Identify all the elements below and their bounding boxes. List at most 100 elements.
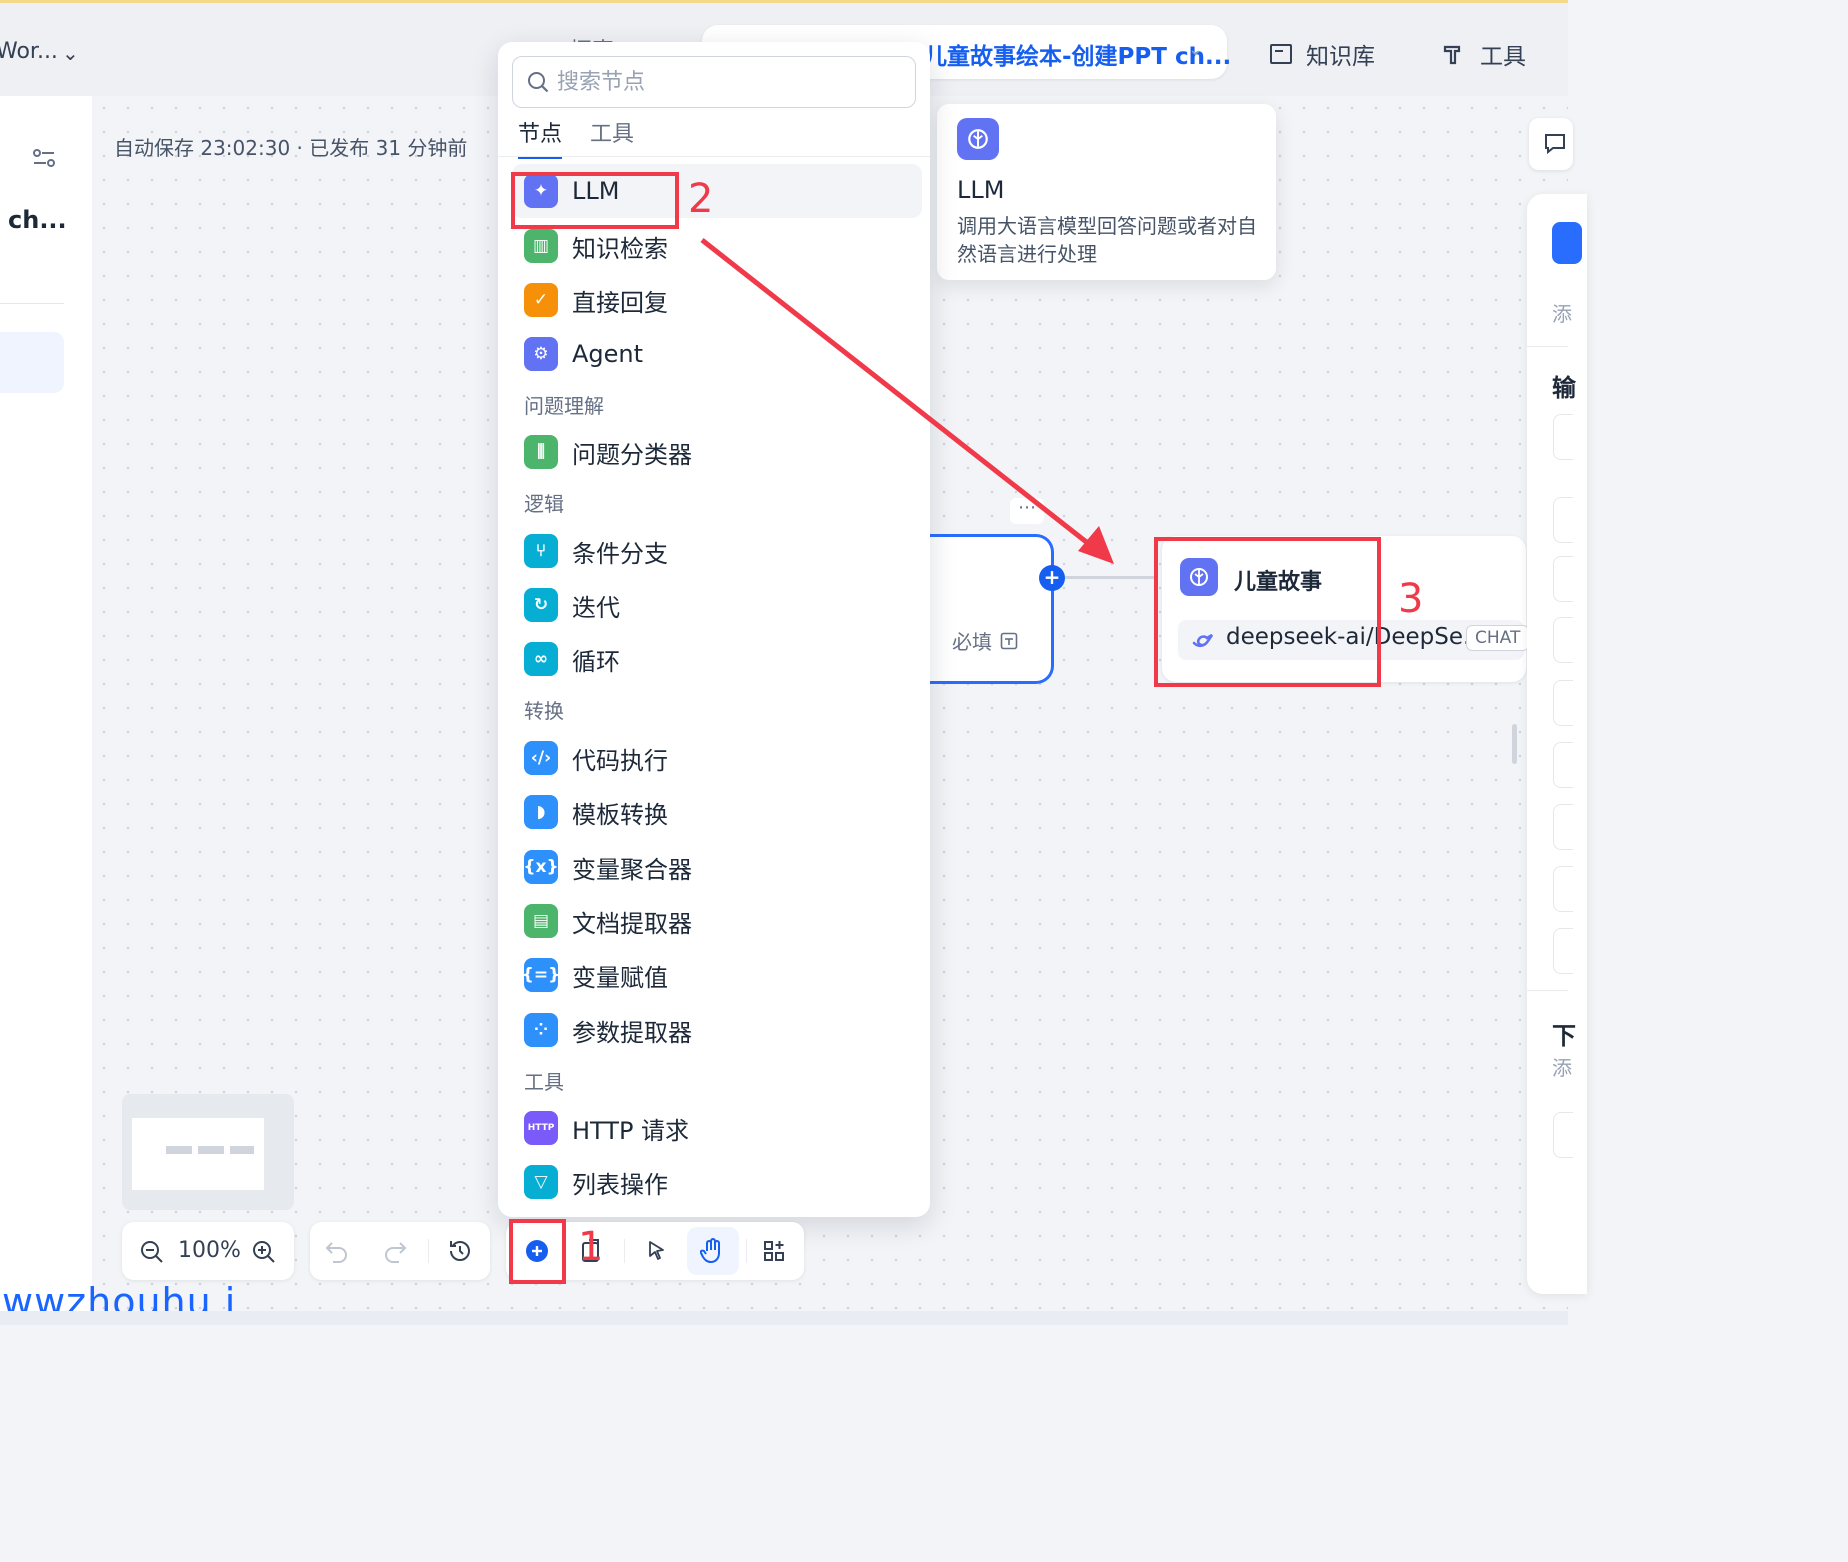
divider [0, 303, 64, 304]
book-icon: ▥ [524, 229, 558, 263]
param-icon: ⁘ [524, 1013, 558, 1047]
chevron-down-icon: ⌄ [1187, 39, 1203, 60]
tab-tools[interactable]: 工具 [590, 116, 634, 159]
node-item-label: 变量赋值 [572, 963, 668, 992]
node-item-label: 列表操作 [572, 1170, 668, 1199]
node-item-label: 文档提取器 [572, 909, 692, 938]
connection-edge [1065, 576, 1157, 579]
divider [746, 1239, 747, 1263]
category-label: 逻辑 [524, 492, 564, 516]
history-icon[interactable] [447, 1238, 473, 1264]
node-item-agent[interactable]: ⚙ Agent [524, 334, 643, 374]
panel-field[interactable] [1553, 804, 1573, 850]
panel-field[interactable] [1553, 680, 1573, 726]
more-options-icon[interactable]: ⋯ [1010, 498, 1044, 524]
tooltip-title: LLM [957, 176, 1005, 204]
add-next-node-icon[interactable]: + [1039, 565, 1065, 591]
message-icon [1545, 134, 1565, 155]
history-controls [310, 1222, 490, 1280]
divider [1527, 346, 1568, 347]
panel-field[interactable] [1553, 928, 1573, 974]
loop-icon: ∞ [524, 642, 558, 676]
node-item-label: 参数提取器 [572, 1018, 692, 1047]
panel-field[interactable] [1553, 414, 1573, 460]
node-item-variable-aggregator[interactable]: {x} 变量聚合器 [523, 847, 692, 887]
required-field: 必填 [952, 626, 1018, 655]
cursor-icon [649, 1241, 664, 1260]
divider [428, 1239, 429, 1263]
panel-field[interactable] [1553, 1112, 1573, 1158]
layout-grid-icon [764, 1241, 784, 1261]
reply-icon: ✓ [524, 283, 558, 317]
panel-field[interactable] [1553, 742, 1573, 788]
app-title: 儿童故事绘本-创建PPT ch... [924, 44, 1232, 70]
minimap-node [198, 1146, 224, 1154]
node-item-label: 变量聚合器 [572, 855, 692, 884]
node-item-variable-assign[interactable]: {=} 变量赋值 [522, 955, 668, 995]
sidebar-item-orchestrate[interactable] [0, 332, 64, 393]
node-item-label: Agent [572, 340, 644, 368]
chevron-down-icon[interactable]: ⌄ [62, 41, 79, 65]
zoom-level[interactable]: 100% [178, 1238, 241, 1263]
annotation-number-3: 3 [1398, 576, 1424, 622]
redo-icon[interactable] [382, 1239, 408, 1263]
bottom-strip [0, 1311, 1568, 1325]
pointer-mode-button[interactable] [636, 1231, 676, 1271]
node-item-label: 模板转换 [572, 800, 668, 829]
knowledge-base-link[interactable]: 知识库 [1270, 37, 1375, 71]
branch-icon: ⑂ [524, 534, 558, 568]
node-item-label: HTTP 请求 [572, 1116, 690, 1145]
knowledge-base-icon [1270, 44, 1292, 64]
panel-node-icon [1552, 222, 1582, 264]
scrollbar[interactable] [1512, 724, 1517, 764]
input-type-icon [1000, 632, 1018, 649]
annotation-number-1: 1 [578, 1224, 604, 1270]
node-item-list-operation[interactable]: ▽ 列表操作 [524, 1162, 668, 1202]
node-item-code[interactable]: ‹/› 代码执行 [524, 738, 668, 778]
node-item-parameter-extractor[interactable]: ⁘ 参数提取器 [524, 1010, 692, 1050]
node-item-label: 循环 [572, 647, 620, 676]
node-item-knowledge-retrieval[interactable]: ▥ 知识检索 [524, 226, 668, 266]
node-item-template[interactable]: ◗ 模板转换 [524, 792, 668, 832]
node-item-iteration[interactable]: ↻ 迭代 [524, 585, 620, 625]
feature-button[interactable] [1529, 118, 1573, 170]
panel-heading-fragment: 输 [1552, 374, 1576, 402]
left-sidebar: ch... [0, 96, 92, 1325]
settings-sliders-icon[interactable] [32, 148, 56, 168]
node-item-http-request[interactable]: HTTP HTTP 请求 [524, 1108, 689, 1148]
node-item-direct-reply[interactable]: ✓ 直接回复 [524, 280, 668, 320]
annotation-box-node [1154, 537, 1381, 687]
undo-icon[interactable] [324, 1239, 350, 1263]
tab-nodes[interactable]: 节点 [518, 116, 563, 159]
panel-field[interactable] [1553, 866, 1573, 912]
app-short-name: ch... [8, 206, 67, 234]
zoom-in-icon[interactable] [252, 1240, 276, 1264]
node-item-if-else[interactable]: ⑂ 条件分支 [524, 531, 668, 571]
node-item-loop[interactable]: ∞ 循环 [524, 639, 620, 679]
variable-icon: {x} [523, 850, 559, 884]
template-icon: ◗ [524, 795, 558, 829]
node-item-question-classifier[interactable]: ⫼ 问题分类器 [524, 432, 692, 472]
node-item-doc-extractor[interactable]: ▤ 文档提取器 [524, 901, 692, 941]
model-type-badge: CHAT [1466, 625, 1530, 651]
tools-link[interactable]: 工具 [1442, 37, 1526, 71]
minimap[interactable] [122, 1094, 294, 1210]
panel-heading-fragment: 下 [1552, 1022, 1576, 1050]
node-item-label: 迭代 [572, 593, 620, 622]
minimap-node [230, 1146, 254, 1154]
panel-field[interactable] [1553, 556, 1573, 602]
category-label: 工具 [524, 1070, 564, 1094]
search-box[interactable] [512, 56, 916, 108]
hand-mode-button[interactable] [687, 1227, 739, 1275]
panel-field[interactable] [1553, 497, 1573, 543]
node-item-label: 直接回复 [572, 288, 668, 317]
filter-icon: ▽ [524, 1165, 558, 1199]
organize-layout-button[interactable] [754, 1231, 794, 1271]
iteration-icon: ↻ [524, 588, 558, 622]
panel-text-fragment: 添 [1552, 1056, 1572, 1080]
classifier-icon: ⫼ [524, 435, 558, 469]
zoom-out-icon[interactable] [140, 1240, 164, 1264]
search-input[interactable] [557, 65, 897, 99]
panel-field[interactable] [1553, 617, 1573, 663]
workspace-selector[interactable]: Wor... [0, 39, 58, 64]
